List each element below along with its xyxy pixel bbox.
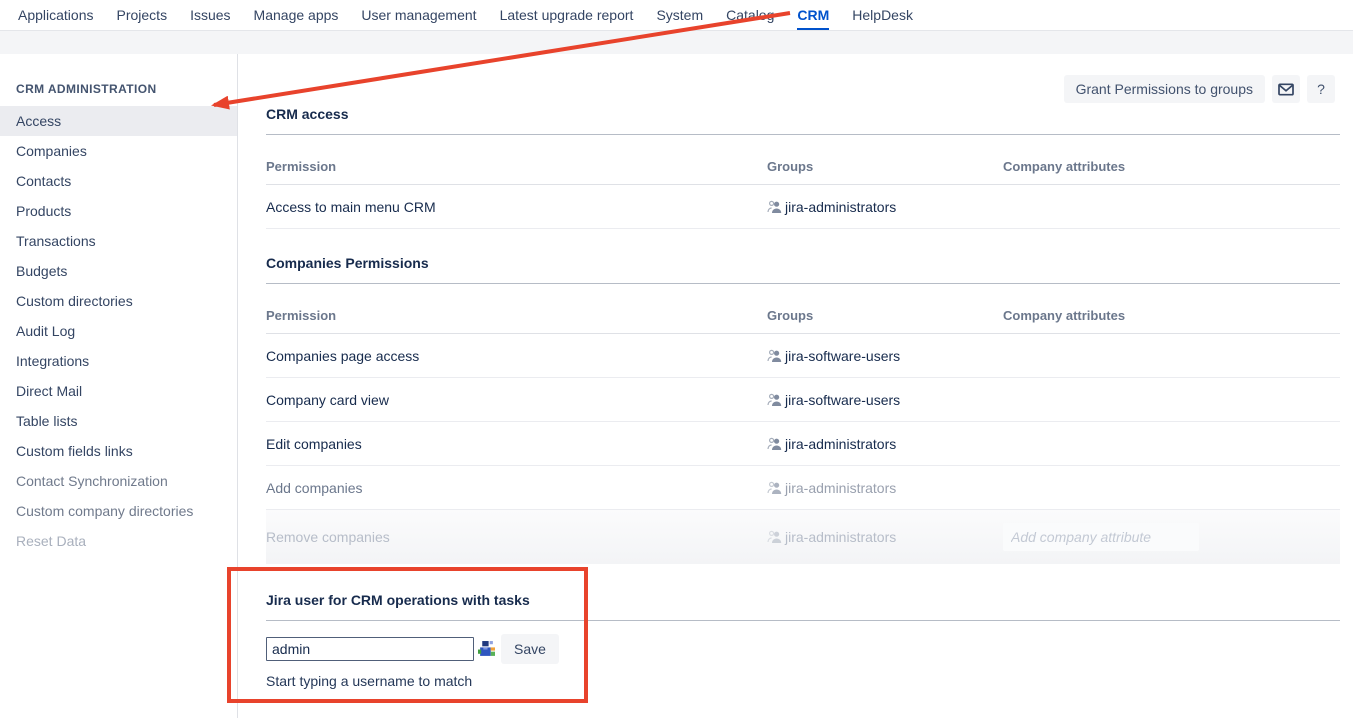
sidebar-item-budgets[interactable]: Budgets — [0, 256, 237, 286]
group-name: jira-administrators — [785, 529, 896, 545]
permission-label: Edit companies — [266, 436, 767, 452]
nav-item-helpdesk[interactable]: HelpDesk — [852, 0, 913, 30]
envelope-icon — [1278, 83, 1294, 96]
username-hint-text: Start typing a username to match — [266, 673, 1340, 689]
sidebar-item-products[interactable]: Products — [0, 196, 237, 226]
table-row: Companies page access jira-software-user… — [266, 334, 1340, 378]
group-cell: jira-software-users — [767, 348, 1003, 364]
nav-item-projects[interactable]: Projects — [117, 0, 168, 30]
table-row: Access to main menu CRM — [266, 185, 1340, 229]
nav-item-user-management[interactable]: User management — [361, 0, 476, 30]
column-header-company-attributes: Company attributes — [1003, 159, 1340, 174]
companies-permissions-table: Permission Groups Company attributes Com… — [266, 308, 1340, 564]
company-attributes-cell — [1003, 523, 1340, 551]
table-row: Company card view jira-software-users — [266, 378, 1340, 422]
nav-item-system[interactable]: System — [656, 0, 703, 30]
group-icon — [767, 349, 785, 363]
table-row: Remove companies jira-administrators — [266, 510, 1340, 564]
permission-label: Company card view — [266, 392, 767, 408]
subheader-band — [0, 31, 1353, 54]
nav-item-manage-apps[interactable]: Manage apps — [254, 0, 339, 30]
sidebar-item-direct-mail[interactable]: Direct Mail — [0, 376, 237, 406]
column-header-company-attributes: Company attributes — [1003, 308, 1340, 323]
sidebar-item-access[interactable]: Access — [0, 106, 237, 136]
table-header-row: Permission Groups Company attributes — [266, 159, 1340, 185]
sidebar-item-custom-directories[interactable]: Custom directories — [0, 286, 237, 316]
jira-user-section-heading: Jira user for CRM operations with tasks — [266, 592, 1340, 621]
permission-label: Access to main menu CRM — [266, 199, 767, 215]
group-name: jira-software-users — [785, 392, 900, 408]
permission-label: Remove companies — [266, 529, 767, 545]
group-cell: jira-administrators — [767, 199, 1003, 215]
crm-access-table: Permission Groups Company attributes Acc… — [266, 159, 1340, 229]
group-name: jira-administrators — [785, 199, 896, 215]
mail-button[interactable] — [1272, 75, 1300, 103]
permission-label: Add companies — [266, 480, 767, 496]
sidebar-item-custom-company-directories[interactable]: Custom company directories — [0, 496, 237, 526]
sidebar-item-companies[interactable]: Companies — [0, 136, 237, 166]
group-cell: jira-administrators — [767, 529, 1003, 545]
sidebar-title: CRM ADMINISTRATION — [0, 82, 237, 96]
nav-item-catalog[interactable]: Catalog — [726, 0, 774, 30]
group-cell: jira-administrators — [767, 436, 1003, 452]
column-header-groups: Groups — [767, 308, 1003, 323]
table-row: Edit companies jira-administrators — [266, 422, 1340, 466]
sidebar-item-transactions[interactable]: Transactions — [0, 226, 237, 256]
permission-label: Companies page access — [266, 348, 767, 364]
user-picker-icon[interactable] — [478, 641, 495, 657]
jira-user-section: Jira user for CRM operations with tasks … — [266, 592, 1340, 689]
column-header-permission: Permission — [266, 159, 767, 174]
table-header-row: Permission Groups Company attributes — [266, 308, 1340, 334]
group-name: jira-administrators — [785, 480, 896, 496]
save-button[interactable]: Save — [501, 634, 559, 664]
add-company-attribute-input[interactable] — [1003, 523, 1199, 551]
nav-item-applications[interactable]: Applications — [18, 0, 94, 30]
nav-item-crm-active[interactable]: CRM — [797, 0, 829, 30]
crm-access-heading: CRM access — [266, 106, 1340, 135]
column-header-groups: Groups — [767, 159, 1003, 174]
group-name: jira-software-users — [785, 348, 900, 364]
crm-admin-sidebar: CRM ADMINISTRATION Access Companies Cont… — [0, 54, 238, 718]
help-button[interactable]: ? — [1307, 75, 1335, 103]
group-icon — [767, 200, 785, 214]
sidebar-item-audit-log[interactable]: Audit Log — [0, 316, 237, 346]
column-header-permission: Permission — [266, 308, 767, 323]
group-cell: jira-administrators — [767, 480, 1003, 496]
top-navigation: Applications Projects Issues Manage apps… — [0, 0, 1353, 31]
group-icon — [767, 530, 785, 544]
group-icon — [767, 437, 785, 451]
sidebar-item-integrations[interactable]: Integrations — [0, 346, 237, 376]
table-row: Add companies jira-administrators — [266, 466, 1340, 510]
sidebar-item-table-lists[interactable]: Table lists — [0, 406, 237, 436]
group-cell: jira-software-users — [767, 392, 1003, 408]
main-content: Grant Permissions to groups ? CRM access… — [238, 54, 1353, 718]
group-name: jira-administrators — [785, 436, 896, 452]
sidebar-item-contact-synchronization[interactable]: Contact Synchronization — [0, 466, 237, 496]
sidebar-item-reset-data[interactable]: Reset Data — [0, 526, 237, 556]
sidebar-item-contacts[interactable]: Contacts — [0, 166, 237, 196]
nav-item-latest-upgrade-report[interactable]: Latest upgrade report — [500, 0, 634, 30]
sidebar-item-custom-fields-links[interactable]: Custom fields links — [0, 436, 237, 466]
username-input[interactable] — [266, 637, 474, 661]
grant-permissions-button[interactable]: Grant Permissions to groups — [1064, 75, 1265, 103]
action-buttons: Grant Permissions to groups ? — [1064, 75, 1335, 103]
companies-permissions-heading: Companies Permissions — [266, 255, 1340, 284]
group-icon — [767, 393, 785, 407]
nav-item-issues[interactable]: Issues — [190, 0, 230, 30]
group-icon — [767, 481, 785, 495]
